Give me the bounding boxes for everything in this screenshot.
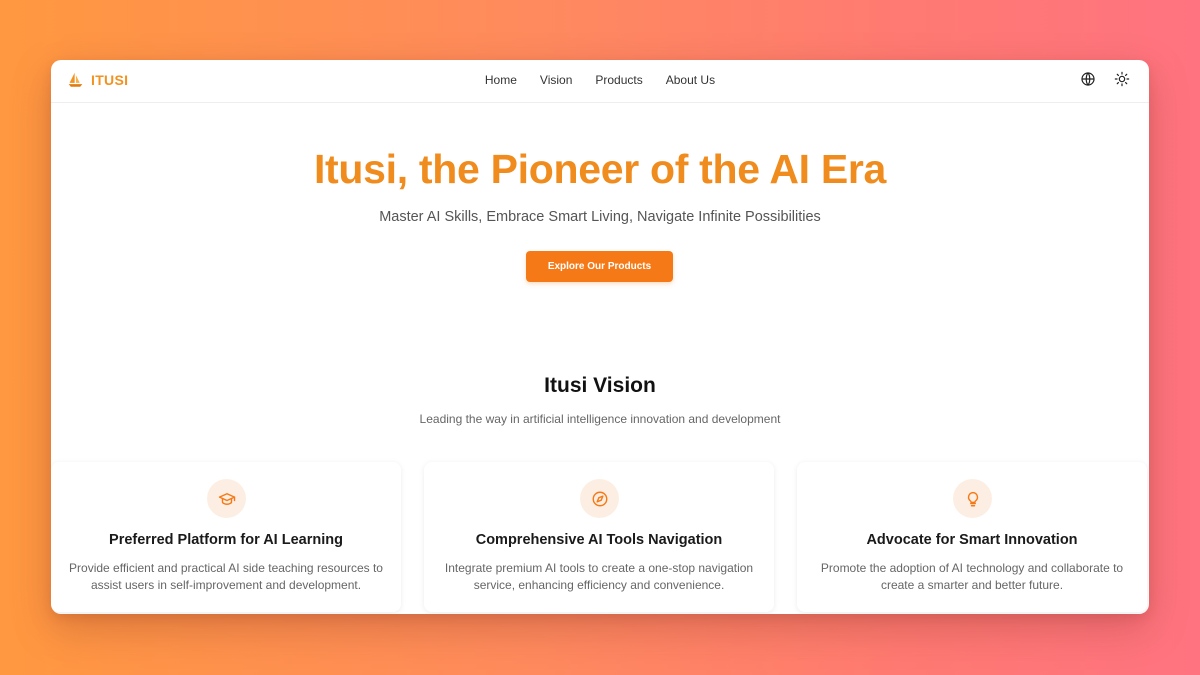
- card-description: Provide efficient and practical AI side …: [69, 561, 383, 592]
- vision-section-subtitle: Leading the way in artificial intelligen…: [419, 412, 781, 426]
- header-actions: [1080, 71, 1130, 87]
- graduation-cap-icon: [218, 492, 235, 505]
- nav-item-products[interactable]: Products: [595, 73, 642, 87]
- hero-subtitle: Master AI Skills, Embrace Smart Living, …: [379, 209, 821, 225]
- site-header: ITUSI Home Vision Products About Us: [51, 60, 1149, 103]
- sun-icon[interactable]: [1114, 71, 1130, 87]
- vision-card-ai-learning: Preferred Platform for AI Learning Provi…: [51, 462, 401, 612]
- browser-window: ITUSI Home Vision Products About Us Itus…: [51, 60, 1149, 614]
- explore-products-button[interactable]: Explore Our Products: [526, 251, 673, 282]
- nav-item-about-us[interactable]: About Us: [666, 73, 715, 87]
- card-icon-badge: [207, 479, 246, 518]
- card-title: Preferred Platform for AI Learning: [109, 532, 343, 548]
- card-description: Integrate premium AI tools to create a o…: [444, 561, 754, 592]
- hero-title: Itusi, the Pioneer of the AI Era: [313, 146, 887, 192]
- nav-item-vision[interactable]: Vision: [540, 73, 572, 87]
- compass-icon: [592, 491, 607, 506]
- card-icon-badge: [580, 479, 619, 518]
- card-description: Promote the adoption of AI technology an…: [820, 561, 1124, 592]
- vision-card-ai-tools-navigation: Comprehensive AI Tools Navigation Integr…: [424, 462, 774, 612]
- card-icon-badge: [953, 479, 992, 518]
- lightbulb-icon: [967, 491, 978, 506]
- main-nav: Home Vision Products About Us: [51, 73, 1149, 87]
- vision-card-smart-innovation: Advocate for Smart Innovation Promote th…: [797, 462, 1147, 612]
- card-title: Comprehensive AI Tools Navigation: [475, 532, 723, 548]
- vision-section-title: Itusi Vision: [544, 374, 656, 397]
- globe-icon[interactable]: [1080, 71, 1096, 87]
- nav-item-home[interactable]: Home: [485, 73, 517, 87]
- card-title: Advocate for Smart Innovation: [866, 532, 1078, 548]
